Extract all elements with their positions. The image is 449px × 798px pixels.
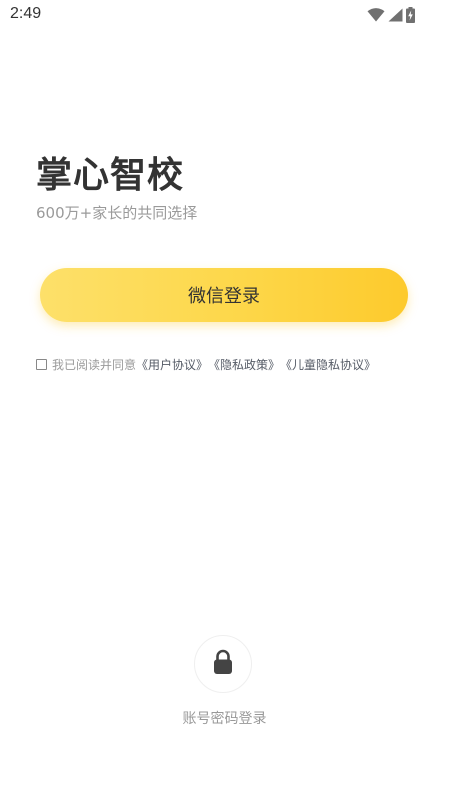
privacy-policy-link[interactable]: 《隐私政策》 <box>208 356 280 373</box>
child-privacy-agreement-link[interactable]: 《儿童隐私协议》 <box>280 356 376 373</box>
signal-icon <box>388 8 403 22</box>
status-icons <box>367 6 415 24</box>
status-bar: 2:49 <box>0 0 449 30</box>
agreement-checkbox[interactable] <box>36 358 47 370</box>
password-login-label[interactable]: 账号密码登录 <box>0 708 449 728</box>
app-title: 掌心智校 <box>36 155 185 196</box>
agreement-row: 我已阅读并同意 《用户协议》 《隐私政策》 《儿童隐私协议》 <box>36 356 376 372</box>
app-subtitle: 600万+家长的共同选择 <box>36 204 198 222</box>
battery-charging-icon <box>406 7 415 23</box>
wechat-login-label: 微信登录 <box>188 286 260 307</box>
wifi-icon <box>367 8 385 22</box>
status-time: 2:49 <box>10 5 42 22</box>
wechat-login-button[interactable]: 微信登录 <box>40 268 408 322</box>
password-login-button[interactable] <box>194 635 252 693</box>
agreement-text: 我已阅读并同意 <box>52 357 137 372</box>
user-agreement-link[interactable]: 《用户协议》 <box>136 356 208 373</box>
lock-icon <box>213 649 233 679</box>
